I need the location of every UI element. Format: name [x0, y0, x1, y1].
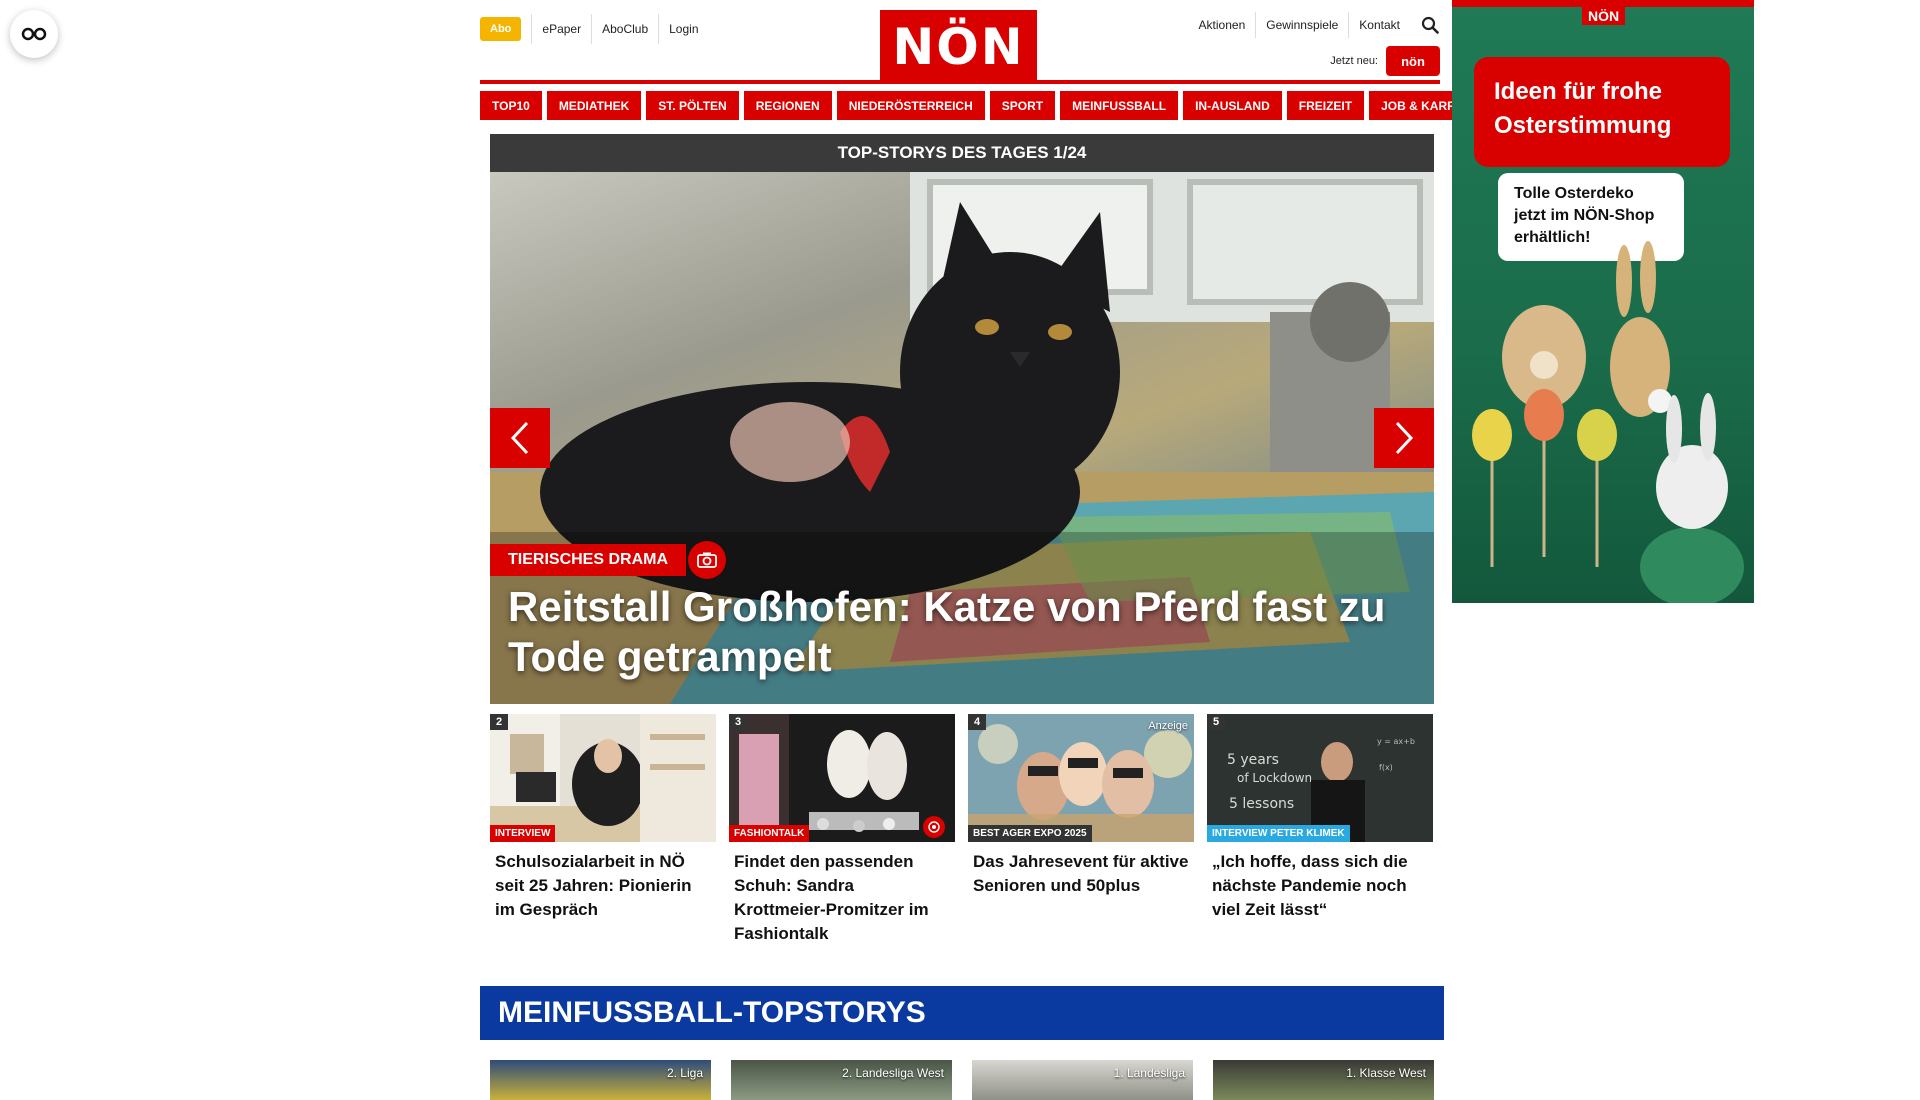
- page-column: Abo ePaper AboClub Login NÖN Aktionen Ge…: [480, 0, 1496, 1100]
- svg-text:5 years: 5 years: [1227, 752, 1279, 768]
- epaper-link[interactable]: ePaper: [531, 14, 591, 44]
- search-icon[interactable]: [1420, 15, 1440, 35]
- hero-image[interactable]: TIERISCHES DRAMA Reitstall Großhofen: Ka…: [490, 172, 1434, 704]
- nav-freizeit[interactable]: FREIZEIT: [1286, 91, 1365, 120]
- nav-st-poelten[interactable]: ST. PÖLTEN: [646, 91, 739, 120]
- nav-sport[interactable]: SPORT: [989, 91, 1056, 120]
- jetzt-neu-label: Jetzt neu:: [1330, 55, 1378, 67]
- top-right-links: Aktionen Gewinnspiele Kontakt: [1189, 12, 1440, 38]
- gewinnspiele-link[interactable]: Gewinnspiele: [1255, 12, 1348, 38]
- hero-carousel: TOP-STORYS DES TAGES 1/24 TIERISCHES DRA…: [490, 134, 1434, 704]
- story-title[interactable]: Schulsozialarbeit in NÖ seit 25 Jahren: …: [490, 842, 716, 922]
- story-title[interactable]: Das Jahresevent für aktive Senioren und …: [968, 842, 1194, 898]
- camera-icon: [688, 541, 726, 579]
- league-label: 2. Landesliga West: [842, 1066, 944, 1080]
- story-image: 3 FASHIONTALK: [729, 714, 955, 842]
- kontakt-link[interactable]: Kontakt: [1348, 12, 1410, 38]
- hero-title[interactable]: Reitstall Großhofen: Katze von Pferd fas…: [508, 582, 1408, 682]
- story-card[interactable]: 2 INTERVIEW Schulsozialarbeit in NÖ seit…: [490, 714, 716, 946]
- play-icon: [923, 816, 945, 838]
- ad-logo: NÖN: [1582, 7, 1626, 25]
- aboclub-link[interactable]: AboClub: [591, 14, 658, 44]
- top-story-thumbnails: 2 INTERVIEW Schulsozialarbeit in NÖ seit…: [490, 714, 1434, 946]
- story-tag: INTERVIEW PETER KLIMEK: [1207, 825, 1350, 842]
- meinfussball-thumbnails: 2. Liga 2. Landesliga West 1. Landesliga…: [490, 1060, 1434, 1100]
- jetzt-neu: Jetzt neu: nön: [1330, 46, 1440, 76]
- meinfussball-section-title[interactable]: MEINFUSSBALL-TOPSTORYS: [480, 986, 1444, 1040]
- nav-niederoesterreich[interactable]: NIEDERÖSTERREICH: [836, 91, 985, 120]
- story-rank: 3: [729, 714, 748, 730]
- carousel-prev-button[interactable]: [490, 408, 550, 468]
- ad-headline: Ideen für frohe Osterstimmung: [1474, 57, 1730, 167]
- story-rank: 4: [968, 714, 987, 730]
- story-tag: INTERVIEW: [490, 825, 556, 842]
- story-tag: FASHIONTALK: [729, 825, 810, 842]
- football-story-card[interactable]: 1. Klasse West: [1213, 1060, 1434, 1100]
- story-title[interactable]: „Ich hoffe, dass sich die nächste Pandem…: [1207, 842, 1433, 922]
- story-card[interactable]: 4 Anzeige BEST AGER EXPO 2025 Das Jahres…: [968, 714, 1194, 946]
- accessibility-button[interactable]: [10, 10, 58, 58]
- story-image: 5 years of Lockdown 5 lessons y = ax+b f…: [1207, 714, 1433, 842]
- story-rank: 2: [490, 714, 509, 730]
- svg-text:f(x): f(x): [1379, 763, 1393, 772]
- football-story-card[interactable]: 2. Landesliga West: [731, 1060, 952, 1100]
- app-badge[interactable]: nön: [1386, 46, 1440, 76]
- svg-text:of Lockdown: of Lockdown: [1237, 771, 1312, 785]
- site-header: Abo ePaper AboClub Login NÖN Aktionen Ge…: [480, 0, 1440, 84]
- hero-heading: TOP-STORYS DES TAGES 1/24: [490, 134, 1434, 172]
- story-image: 2 INTERVIEW: [490, 714, 716, 842]
- login-link[interactable]: Login: [658, 14, 708, 44]
- nav-mediathek[interactable]: MEDIATHEK: [546, 91, 642, 120]
- story-card[interactable]: 5 years of Lockdown 5 lessons y = ax+b f…: [1207, 714, 1433, 946]
- nav-meinfussball[interactable]: MEINFUSSBALL: [1060, 91, 1179, 120]
- main-nav: TOP10 MEDIATHEK ST. PÖLTEN REGIONEN NIED…: [480, 91, 1496, 120]
- aktionen-link[interactable]: Aktionen: [1189, 12, 1256, 38]
- advertisement[interactable]: NÖN Ideen für frohe Osterstimmung Tolle …: [1452, 0, 1754, 603]
- story-rank: 5: [1207, 714, 1226, 730]
- nav-regionen[interactable]: REGIONEN: [743, 91, 832, 120]
- svg-text:y = ax+b: y = ax+b: [1377, 737, 1415, 746]
- carousel-next-button[interactable]: [1374, 408, 1434, 468]
- top-left-links: Abo ePaper AboClub Login: [480, 14, 709, 44]
- site-logo[interactable]: NÖN: [880, 10, 1037, 84]
- easter-decoration-image: [1472, 241, 1744, 603]
- nav-in-ausland[interactable]: IN-AUSLAND: [1183, 91, 1282, 120]
- chevron-right-icon: [1395, 421, 1414, 455]
- story-tag: BEST AGER EXPO 2025: [968, 825, 1092, 842]
- story-card[interactable]: 3 FASHIONTALK Findet den passenden Schuh…: [729, 714, 955, 946]
- story-image: 4 Anzeige BEST AGER EXPO 2025: [968, 714, 1194, 842]
- league-label: 1. Landesliga: [1113, 1066, 1185, 1080]
- football-story-card[interactable]: 2. Liga: [490, 1060, 711, 1100]
- hero-category-tag[interactable]: TIERISCHES DRAMA: [490, 544, 687, 576]
- story-title[interactable]: Findet den passenden Schuh: Sandra Krott…: [729, 842, 955, 946]
- ad-label: Anzeige: [1148, 720, 1188, 732]
- league-label: 1. Klasse West: [1346, 1066, 1426, 1080]
- league-label: 2. Liga: [666, 1066, 703, 1080]
- nav-top10[interactable]: TOP10: [480, 91, 542, 120]
- chevron-left-icon: [510, 421, 529, 455]
- abo-button[interactable]: Abo: [480, 17, 522, 41]
- glasses-icon: [21, 27, 47, 41]
- football-story-card[interactable]: 1. Landesliga: [972, 1060, 1193, 1100]
- svg-text:5 lessons: 5 lessons: [1229, 796, 1294, 812]
